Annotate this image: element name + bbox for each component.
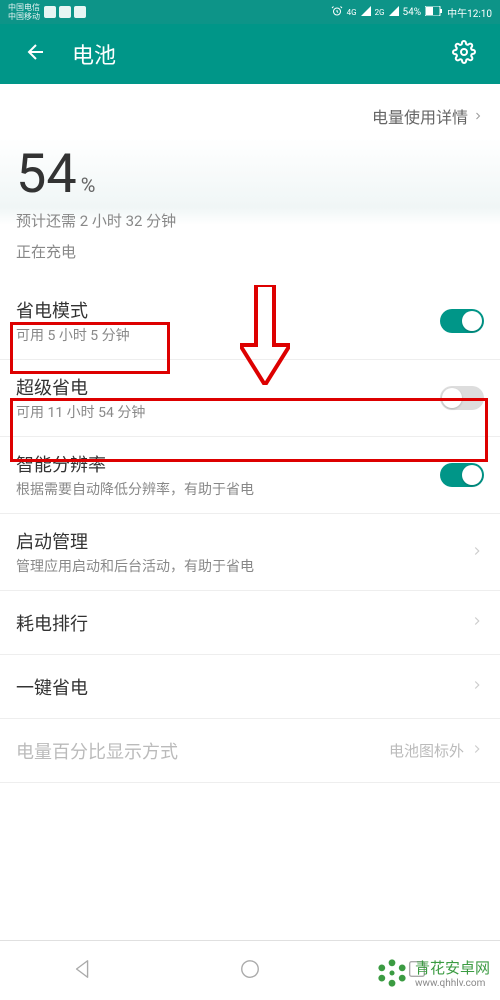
signal-1-icon — [361, 6, 371, 19]
app-header: 电池 — [0, 24, 500, 84]
one-click-power-save-row[interactable]: 一键省电 — [0, 655, 500, 719]
item-text: 电量百分比显示方式 — [16, 738, 389, 764]
nav-home-button[interactable] — [229, 948, 271, 994]
signal-2-label: 2G — [375, 8, 385, 17]
chevron-right-icon — [470, 613, 484, 632]
nav-back-button[interactable] — [62, 948, 104, 994]
signal-2-icon — [389, 6, 399, 19]
watermark-text: 青花安卓网 www.qhhlv.com — [415, 957, 490, 989]
notification-icon-2 — [59, 6, 71, 18]
item-text: 省电模式 可用 5 小时 5 分钟 — [16, 297, 440, 345]
watermark: 青花安卓网 www.qhhlv.com — [375, 956, 490, 990]
item-title: 电量百分比显示方式 — [16, 738, 389, 764]
battery-charging: 正在充电 — [16, 241, 484, 264]
ultra-power-saving-row[interactable]: 超级省电 可用 11 小时 54 分钟 — [0, 360, 500, 437]
signal-1-label: 4G — [347, 8, 357, 17]
percent-symbol: % — [81, 173, 96, 197]
settings-button[interactable] — [444, 32, 484, 76]
item-subtitle: 管理应用启动和后台活动，有助于省电 — [16, 556, 470, 576]
item-text: 智能分辨率 根据需要自动降低分辨率，有助于省电 — [16, 451, 440, 499]
power-saving-mode-row[interactable]: 省电模式 可用 5 小时 5 分钟 — [0, 283, 500, 360]
chevron-right-icon — [472, 107, 484, 126]
item-subtitle: 可用 11 小时 54 分钟 — [16, 402, 440, 422]
item-text: 超级省电 可用 11 小时 54 分钟 — [16, 374, 440, 422]
item-title: 超级省电 — [16, 374, 440, 400]
time-label: 中午12:10 — [447, 5, 492, 20]
battery-pct-status: 54% — [403, 7, 422, 18]
chevron-right-icon — [470, 677, 484, 696]
item-title: 省电模式 — [16, 297, 440, 323]
ultra-power-saving-toggle[interactable] — [440, 386, 484, 410]
notification-icon-1 — [44, 6, 56, 18]
smart-resolution-row[interactable]: 智能分辨率 根据需要自动降低分辨率，有助于省电 — [0, 437, 500, 514]
power-consumption-ranking-row[interactable]: 耗电排行 — [0, 591, 500, 655]
content-area: 电量使用详情 54 % 预计还需 2 小时 32 分钟 正在充电 省电模式 可用… — [0, 84, 500, 783]
item-subtitle: 根据需要自动降低分辨率，有助于省电 — [16, 479, 440, 499]
chevron-right-icon — [470, 741, 484, 760]
back-button[interactable] — [16, 32, 56, 76]
status-bar: 中国电信 中国移动 4G 2G 54% 中午12:10 — [0, 0, 500, 24]
alarm-icon — [331, 5, 343, 20]
status-right: 4G 2G 54% 中午12:10 — [331, 5, 492, 20]
page-title: 电池 — [72, 38, 444, 70]
item-text: 一键省电 — [16, 674, 470, 700]
usage-details-label: 电量使用详情 — [372, 104, 468, 128]
battery-percentage: 54 % — [16, 148, 484, 202]
status-left: 中国电信 中国移动 — [8, 3, 86, 21]
item-title: 智能分辨率 — [16, 451, 440, 477]
chevron-right-icon — [470, 543, 484, 562]
item-title: 启动管理 — [16, 528, 470, 554]
power-saving-toggle[interactable] — [440, 309, 484, 333]
watermark-title: 青花安卓网 — [415, 957, 490, 978]
battery-icon — [425, 6, 443, 19]
carrier-2: 中国移动 — [8, 12, 40, 21]
carrier-1: 中国电信 — [8, 3, 40, 12]
item-text: 启动管理 管理应用启动和后台活动，有助于省电 — [16, 528, 470, 576]
item-text: 耗电排行 — [16, 610, 470, 636]
launch-management-row[interactable]: 启动管理 管理应用启动和后台活动，有助于省电 — [0, 514, 500, 591]
item-subtitle: 可用 5 小时 5 分钟 — [16, 325, 440, 345]
battery-estimate: 预计还需 2 小时 32 分钟 — [16, 210, 484, 233]
watermark-url: www.qhhlv.com — [415, 978, 490, 989]
carrier-labels: 中国电信 中国移动 — [8, 3, 40, 21]
status-app-icons — [44, 6, 86, 18]
item-value: 电池图标外 — [389, 740, 464, 761]
battery-number: 54 — [16, 148, 77, 202]
smart-resolution-toggle[interactable] — [440, 463, 484, 487]
usage-details-link[interactable]: 电量使用详情 — [0, 84, 500, 138]
item-title: 一键省电 — [16, 674, 470, 700]
notification-icon-3 — [74, 6, 86, 18]
battery-percent-display-row[interactable]: 电量百分比显示方式 电池图标外 — [0, 719, 500, 783]
battery-status-block: 54 % 预计还需 2 小时 32 分钟 正在充电 — [0, 138, 500, 283]
item-title: 耗电排行 — [16, 610, 470, 636]
watermark-logo-icon — [375, 956, 409, 990]
